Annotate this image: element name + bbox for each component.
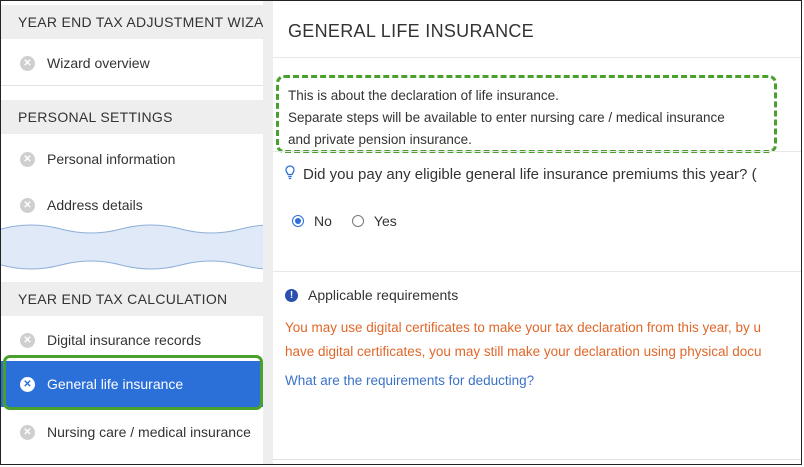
sidebar: YEAR END TAX ADJUSTMENT WIZARD ✕ Wizard … bbox=[1, 1, 263, 464]
sidebar-gutter bbox=[263, 1, 273, 464]
sidebar-item-wizard-overview[interactable]: ✕ Wizard overview bbox=[1, 40, 263, 86]
warning-line: You may use digital certificates to make… bbox=[285, 320, 761, 335]
sidebar-item-nursing-care[interactable]: ✕ Nursing care / medical insurance bbox=[1, 409, 263, 455]
section-header-personal-settings: PERSONAL SETTINGS bbox=[1, 100, 263, 134]
info-icon: ! bbox=[285, 288, 298, 302]
requirements-heading-text: Applicable requirements bbox=[308, 287, 459, 303]
main-content: GENERAL LIFE INSURANCE This is about the… bbox=[273, 1, 801, 464]
sidebar-item-label: Personal information bbox=[47, 151, 176, 167]
warning-line: have digital certificates, you may still… bbox=[285, 344, 762, 359]
sidebar-item-personal-information[interactable]: ✕ Personal information bbox=[1, 136, 263, 182]
radio-yes[interactable]: Yes bbox=[351, 213, 397, 229]
note-line: This is about the declaration of life in… bbox=[288, 88, 559, 103]
sidebar-item-label: Nursing care / medical insurance bbox=[47, 424, 251, 440]
divider bbox=[273, 57, 801, 58]
sidebar-item-address-details[interactable]: ✕ Address details bbox=[1, 182, 263, 228]
lightbulb-icon bbox=[285, 165, 295, 184]
requirements-link[interactable]: What are the requirements for deducting? bbox=[285, 373, 534, 388]
radio-no[interactable]: No bbox=[292, 213, 332, 229]
radio-label: Yes bbox=[373, 213, 397, 229]
x-circle-icon: ✕ bbox=[20, 424, 35, 440]
x-circle-icon: ✕ bbox=[20, 55, 35, 71]
note-line: Separate steps will be available to ente… bbox=[288, 110, 725, 125]
premium-radio-group: No Yes bbox=[292, 213, 417, 229]
radio-label: No bbox=[314, 213, 332, 229]
sidebar-item-label: Address details bbox=[47, 197, 143, 213]
note-line: and private pension insurance. bbox=[288, 132, 472, 147]
x-circle-icon: ✕ bbox=[20, 197, 35, 213]
divider bbox=[1, 85, 263, 86]
section-header-wizard: YEAR END TAX ADJUSTMENT WIZARD bbox=[1, 5, 263, 39]
warning-text: You may use digital certificates to make… bbox=[285, 316, 801, 364]
page-title: GENERAL LIFE INSURANCE bbox=[288, 21, 534, 41]
sidebar-item-label: Digital insurance records bbox=[47, 332, 202, 348]
x-circle-icon: ✕ bbox=[20, 151, 35, 167]
info-note: This is about the declaration of life in… bbox=[276, 75, 777, 153]
question: Did you pay any eligible general life in… bbox=[285, 165, 757, 184]
omitted-content-wave bbox=[1, 223, 263, 271]
requirements-heading: ! Applicable requirements bbox=[285, 287, 458, 303]
x-circle-icon: ✕ bbox=[20, 332, 35, 348]
question-text: Did you pay any eligible general life in… bbox=[303, 166, 757, 183]
radio-button[interactable] bbox=[351, 215, 364, 227]
radio-button-selected[interactable] bbox=[292, 215, 304, 227]
divider bbox=[273, 271, 801, 272]
highlight-outline bbox=[3, 355, 263, 410]
divider bbox=[273, 151, 801, 152]
app-window: YEAR END TAX ADJUSTMENT WIZARD ✕ Wizard … bbox=[0, 0, 802, 465]
sidebar-item-label: Wizard overview bbox=[47, 55, 150, 71]
section-header-tax-calculation: YEAR END TAX CALCULATION bbox=[1, 282, 263, 316]
divider bbox=[273, 459, 801, 460]
